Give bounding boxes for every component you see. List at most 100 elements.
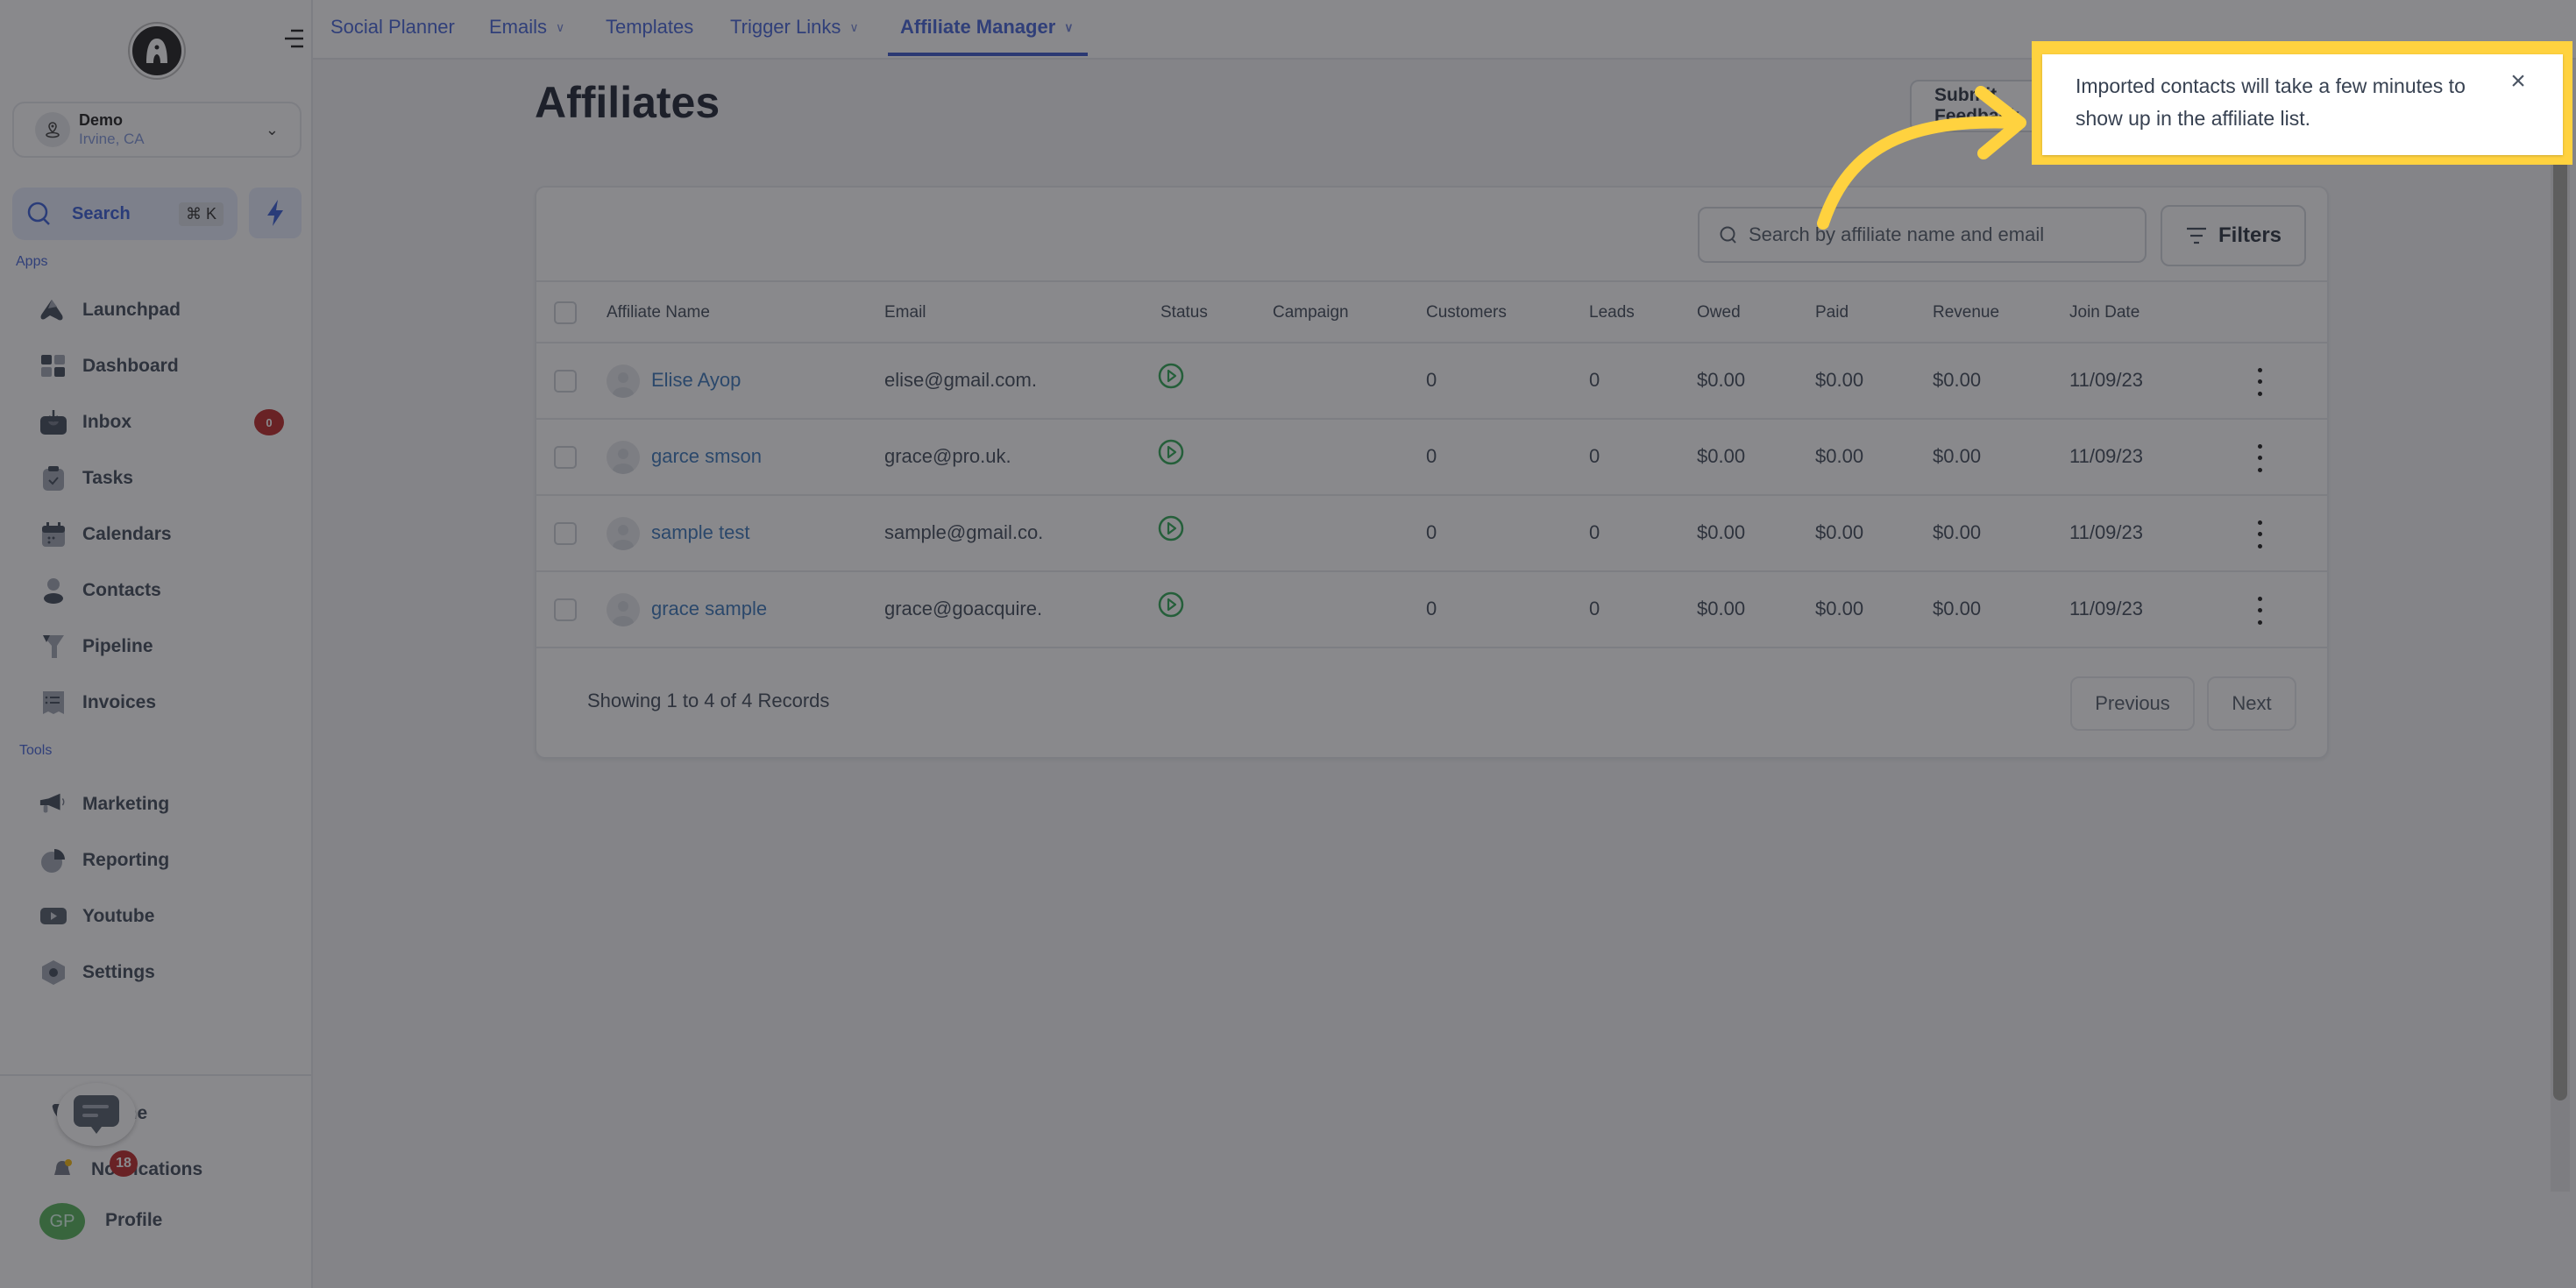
affiliate-leads: 0 xyxy=(1589,598,1600,619)
toast-message: Imported contacts will take a few minute… xyxy=(2076,74,2466,130)
chat-widget-button[interactable] xyxy=(57,1083,136,1146)
sidebar-item-calendars[interactable]: Calendars xyxy=(39,517,284,552)
collapse-sidebar-button[interactable] xyxy=(282,26,307,51)
column-header-status[interactable]: Status xyxy=(1160,303,1208,322)
affiliate-join-date: 11/09/23 xyxy=(2069,598,2144,619)
sidebar-item-launchpad[interactable]: Launchpad xyxy=(39,293,284,328)
avatar xyxy=(607,364,640,398)
scrollbar-thumb[interactable] xyxy=(2553,58,2567,1100)
settings-icon xyxy=(39,959,68,986)
row-checkbox[interactable] xyxy=(554,446,577,469)
column-header-leads[interactable]: Leads xyxy=(1589,303,1635,322)
sidebar-item-inbox[interactable]: Inbox 0 xyxy=(39,405,284,440)
logo-icon xyxy=(146,39,167,63)
next-page-button[interactable]: Next xyxy=(2207,676,2296,731)
sidebar-item-label: Notifications xyxy=(91,1159,203,1179)
column-header-revenue[interactable]: Revenue xyxy=(1933,303,1999,322)
app-logo[interactable] xyxy=(130,24,184,78)
affiliate-email: sample@gmail.co. xyxy=(884,521,1044,543)
sidebar-item-label: Contacts xyxy=(82,580,161,600)
sidebar-item-label: Dashboard xyxy=(82,356,179,376)
column-header-customers[interactable]: Customers xyxy=(1426,303,1507,322)
filter-icon xyxy=(2186,227,2206,244)
affiliate-revenue: $0.00 xyxy=(1933,521,1982,543)
column-header-affiliate-name[interactable]: Affiliate Name xyxy=(607,303,710,322)
affiliate-customers: 0 xyxy=(1426,521,1437,543)
search-icon xyxy=(1720,226,1736,244)
avatar[interactable]: GP xyxy=(39,1203,85,1240)
previous-page-button[interactable]: Previous xyxy=(2070,676,2195,731)
filters-button[interactable]: Filters xyxy=(2161,205,2306,266)
chevron-down-icon: ∨ xyxy=(849,19,859,34)
status-active-icon xyxy=(1158,439,1184,470)
menu-collapse-icon xyxy=(285,29,303,48)
table-row: garce smson grace@pro.uk. 0 0 $0.00 $0.0… xyxy=(536,420,2327,496)
row-checkbox[interactable] xyxy=(554,522,577,545)
affiliate-name-link[interactable]: sample test xyxy=(651,521,750,544)
affiliate-leads: 0 xyxy=(1589,445,1600,467)
column-header-email[interactable]: Email xyxy=(884,303,926,322)
sidebar-item-settings[interactable]: Settings xyxy=(39,955,284,990)
affiliate-paid: $0.00 xyxy=(1815,369,1864,391)
row-more-options-icon[interactable] xyxy=(2254,517,2265,552)
sidebar-item-label: Inbox xyxy=(82,412,131,432)
inbox-icon xyxy=(39,409,68,435)
tab-trigger-links[interactable]: Trigger Links ∨ xyxy=(730,16,859,39)
sidebar-item-contacts[interactable]: Contacts xyxy=(39,573,284,608)
location-pin-icon xyxy=(35,112,70,147)
tab-emails[interactable]: Emails ∨ xyxy=(489,16,564,39)
account-location: Irvine, CA xyxy=(79,131,145,147)
affiliate-name-link[interactable]: Elise Ayop xyxy=(651,369,741,392)
row-more-options-icon[interactable] xyxy=(2254,441,2265,476)
status-active-icon xyxy=(1158,515,1184,546)
quick-actions-button[interactable] xyxy=(249,188,302,238)
sidebar-item-marketing[interactable]: Marketing xyxy=(39,787,284,822)
row-more-options-icon[interactable] xyxy=(2254,364,2265,400)
tab-social-planner[interactable]: Social Planner xyxy=(330,16,455,39)
affiliate-revenue: $0.00 xyxy=(1933,598,1982,619)
sidebar-item-label: Calendars xyxy=(82,524,172,544)
close-icon[interactable]: × xyxy=(2505,68,2531,95)
sidebar-item-notifications[interactable]: Notifications xyxy=(47,1152,293,1187)
affiliate-join-date: 11/09/23 xyxy=(2069,445,2144,467)
row-checkbox[interactable] xyxy=(554,370,577,393)
affiliate-name-link[interactable]: garce smson xyxy=(651,445,762,468)
column-header-paid[interactable]: Paid xyxy=(1815,303,1849,322)
status-active-icon xyxy=(1158,591,1184,622)
sidebar-item-dashboard[interactable]: Dashboard xyxy=(39,349,284,384)
table-header: Affiliate Name Email Status Campaign Cus… xyxy=(536,282,2327,343)
apps-section-label: Apps xyxy=(16,254,48,269)
sidebar-item-label: Pipeline xyxy=(82,636,153,656)
sidebar-search-button[interactable]: Search ⌘ K xyxy=(12,188,238,240)
tools-section-label: Tools xyxy=(19,743,53,758)
affiliate-owed: $0.00 xyxy=(1697,369,1746,391)
row-checkbox[interactable] xyxy=(554,598,577,621)
column-header-campaign[interactable]: Campaign xyxy=(1273,303,1349,322)
sidebar-item-pipeline[interactable]: Pipeline xyxy=(39,629,284,664)
column-header-owed[interactable]: Owed xyxy=(1697,303,1741,322)
avatar xyxy=(607,593,640,626)
search-shortcut: ⌘ K xyxy=(178,202,224,226)
avatar xyxy=(607,517,640,550)
row-more-options-icon[interactable] xyxy=(2254,593,2265,628)
tab-templates[interactable]: Templates xyxy=(606,16,693,39)
account-switcher[interactable]: Demo Irvine, CA ⌄ xyxy=(12,102,302,158)
sidebar-item-reporting[interactable]: Reporting xyxy=(39,843,284,878)
affiliate-leads: 0 xyxy=(1589,369,1600,391)
chevron-down-icon: ∨ xyxy=(556,19,565,34)
affiliate-leads: 0 xyxy=(1589,521,1600,543)
tab-affiliate-manager[interactable]: Affiliate Manager ∨ xyxy=(900,16,1074,39)
sidebar-item-youtube[interactable]: Youtube xyxy=(39,899,284,934)
select-all-checkbox[interactable] xyxy=(554,301,577,324)
sidebar-item-invoices[interactable]: Invoices xyxy=(39,685,284,720)
sidebar: Demo Irvine, CA ⌄ Search ⌘ K Apps Launch… xyxy=(0,0,313,1288)
chat-unread-badge: 18 xyxy=(110,1150,138,1177)
pipeline-icon xyxy=(39,633,68,660)
column-header-join-date[interactable]: Join Date xyxy=(2069,303,2140,322)
filters-label: Filters xyxy=(2218,223,2282,247)
sidebar-item-label: Launchpad xyxy=(82,300,181,320)
affiliate-name-link[interactable]: grace sample xyxy=(651,598,767,620)
search-icon xyxy=(27,202,50,225)
active-tab-indicator xyxy=(888,53,1088,56)
sidebar-item-tasks[interactable]: Tasks xyxy=(39,461,284,496)
